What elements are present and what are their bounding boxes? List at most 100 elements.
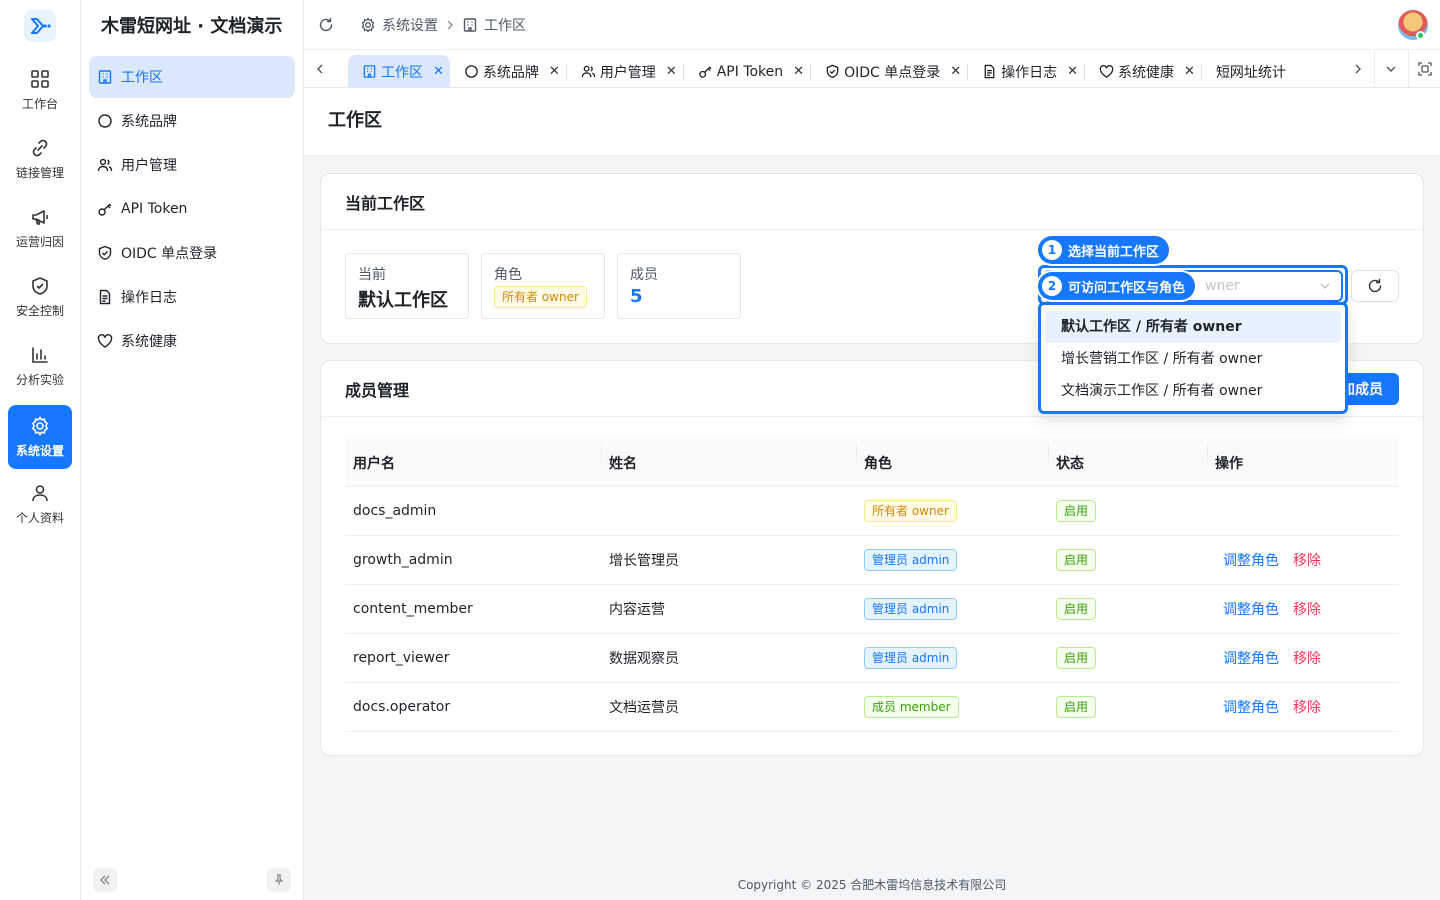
rail-item-profile[interactable]: 个人资料 — [8, 472, 72, 536]
tab-label: API Token — [716, 63, 784, 80]
submenu-item-label: 操作日志 — [121, 290, 177, 306]
tabs-menu-button[interactable] — [1374, 50, 1406, 88]
breadcrumb-settings[interactable]: 系统设置 — [382, 15, 438, 35]
copyright-footer: Copyright © 2025 合肥木雷坞信息技术有限公司 — [737, 878, 1007, 892]
double-chevron-left-icon — [100, 875, 110, 885]
tab-health[interactable]: 系统健康 ✕ — [1085, 55, 1201, 88]
tab-audit-log[interactable]: 操作日志 ✕ — [968, 55, 1084, 88]
cell-username: report_viewer — [353, 650, 450, 666]
tab-label: 工作区 — [381, 64, 423, 81]
stat-role: 角色 所有者 owner — [481, 253, 605, 319]
shield-check-icon — [98, 245, 112, 260]
submenu-item-label: OIDC 单点登录 — [121, 246, 218, 262]
fullscreen-icon — [1417, 62, 1432, 76]
submenu-item-branding[interactable]: 系统品牌 — [89, 100, 295, 142]
megaphone-icon — [32, 209, 48, 225]
breadcrumb-workspace: 工作区 — [484, 18, 526, 34]
adjust-role-link[interactable]: 调整角色 — [1223, 602, 1279, 618]
rail-item-dashboard[interactable]: 工作台 — [8, 58, 72, 122]
collapse-sidebar-button[interactable] — [93, 868, 117, 892]
rail-item-attribution[interactable]: 运营归因 — [8, 196, 72, 260]
submenu-item-workspace[interactable]: 工作区 — [89, 56, 295, 98]
key-icon — [698, 66, 712, 78]
tab-users[interactable]: 用户管理 ✕ — [567, 55, 683, 88]
tab-oidc[interactable]: OIDC 单点登录 ✕ — [811, 55, 967, 88]
remove-link[interactable]: 移除 — [1293, 700, 1321, 716]
shield-check-icon — [826, 64, 839, 78]
tab-bar: 工作区 ✕ 系统品牌 ✕ 用户管理 ✕ API Token ✕ OIDC 单点登… — [304, 50, 1440, 88]
tab-list: 工作区 ✕ 系统品牌 ✕ 用户管理 ✕ API Token ✕ OIDC 单点登… — [348, 55, 1338, 88]
close-icon[interactable]: ✕ — [1067, 64, 1078, 79]
guide-callout-1: 1 选择当前工作区 — [1038, 236, 1170, 264]
role-tag: 管理员 admin — [864, 647, 958, 669]
callout-text: 选择当前工作区 — [1068, 244, 1160, 260]
rail-item-links[interactable]: 链接管理 — [8, 127, 72, 191]
rail-item-settings[interactable]: 系统设置 — [8, 405, 72, 469]
cell-username: docs.operator — [353, 699, 451, 715]
role-tag: 所有者 owner — [494, 286, 587, 308]
adjust-role-link[interactable]: 调整角色 — [1223, 651, 1279, 667]
members-table: 用户名 姓名 角色 状态 操作 docs_admin 所有者 owner 启用 … — [345, 439, 1399, 732]
column-header: 角色 — [856, 442, 1048, 473]
tabs-scroll-right-button[interactable] — [1342, 50, 1374, 88]
refresh-icon — [1368, 278, 1382, 293]
workspace-option[interactable]: 增长营销工作区 / 所有者 owner — [1045, 343, 1341, 375]
tab-label: 系统健康 — [1118, 64, 1175, 81]
close-icon[interactable]: ✕ — [793, 64, 804, 79]
submenu-item-oidc[interactable]: OIDC 单点登录 — [89, 232, 295, 274]
submenu-item-health[interactable]: 系统健康 — [89, 320, 295, 362]
rail-item-label: 分析实验 — [15, 372, 64, 387]
breadcrumb: 系统设置 工作区 — [318, 15, 526, 35]
app-logo-icon[interactable] — [24, 10, 56, 42]
rail-item-label: 运营归因 — [15, 234, 64, 249]
tab-label: 用户管理 — [599, 64, 656, 81]
rail-item-security[interactable]: 安全控制 — [8, 265, 72, 329]
stat-value: 默认工作区 — [358, 290, 448, 311]
submenu-item-api-token[interactable]: API Token — [89, 188, 295, 230]
column-header: 操作 — [1207, 442, 1399, 473]
page-header: 工作区 — [304, 88, 1440, 156]
tab-branding[interactable]: 系统品牌 ✕ — [450, 55, 566, 88]
status-badge: 启用 — [1056, 647, 1097, 669]
key-icon — [98, 203, 112, 216]
workspace-option[interactable]: 默认工作区 / 所有者 owner — [1045, 311, 1341, 343]
status-badge: 启用 — [1056, 500, 1097, 522]
remove-link[interactable]: 移除 — [1293, 602, 1321, 618]
rail-item-label: 链接管理 — [15, 165, 64, 180]
remove-link[interactable]: 移除 — [1293, 651, 1321, 667]
rail-item-analytics[interactable]: 分析实验 — [8, 334, 72, 398]
link-icon — [32, 139, 48, 156]
tab-link-stats[interactable]: 短网址统计 — [1202, 55, 1292, 88]
table-row: content_member 内容运营 管理员 admin 启用 调整角色 移除 — [345, 585, 1399, 634]
building-icon — [463, 18, 477, 32]
column-header: 状态 — [1048, 442, 1207, 473]
submenu-item-audit-log[interactable]: 操作日志 — [89, 276, 295, 318]
adjust-role-link[interactable]: 调整角色 — [1223, 700, 1279, 716]
status-badge: 启用 — [1056, 598, 1097, 620]
pin-sidebar-button[interactable] — [267, 868, 291, 892]
shield-icon — [32, 276, 48, 295]
tab-workspace[interactable]: 工作区 ✕ — [348, 55, 450, 88]
page-title: 工作区 — [328, 110, 382, 131]
status-badge: 启用 — [1056, 549, 1097, 571]
role-tag: 所有者 owner — [864, 500, 957, 522]
workspace-option[interactable]: 文档演示工作区 / 所有者 owner — [1045, 375, 1341, 407]
close-icon[interactable]: ✕ — [950, 64, 961, 79]
tab-api-token[interactable]: API Token ✕ — [684, 55, 810, 88]
column-header: 姓名 — [601, 442, 856, 473]
close-icon[interactable]: ✕ — [433, 64, 444, 79]
close-icon[interactable]: ✕ — [549, 64, 560, 79]
pin-icon — [274, 874, 284, 885]
refresh-icon[interactable] — [318, 17, 334, 33]
callout-number: 1 — [1042, 240, 1062, 260]
tab-label: 短网址统计 — [1215, 64, 1286, 81]
remove-link[interactable]: 移除 — [1293, 553, 1321, 569]
refresh-workspace-button[interactable] — [1351, 270, 1399, 302]
close-icon[interactable]: ✕ — [666, 64, 677, 79]
close-icon[interactable]: ✕ — [1184, 64, 1195, 79]
submenu-item-users[interactable]: 用户管理 — [89, 144, 295, 186]
fullscreen-button[interactable] — [1408, 50, 1440, 88]
adjust-role-link[interactable]: 调整角色 — [1223, 553, 1279, 569]
building-icon — [363, 65, 376, 78]
tabs-scroll-left-button[interactable] — [304, 50, 336, 88]
